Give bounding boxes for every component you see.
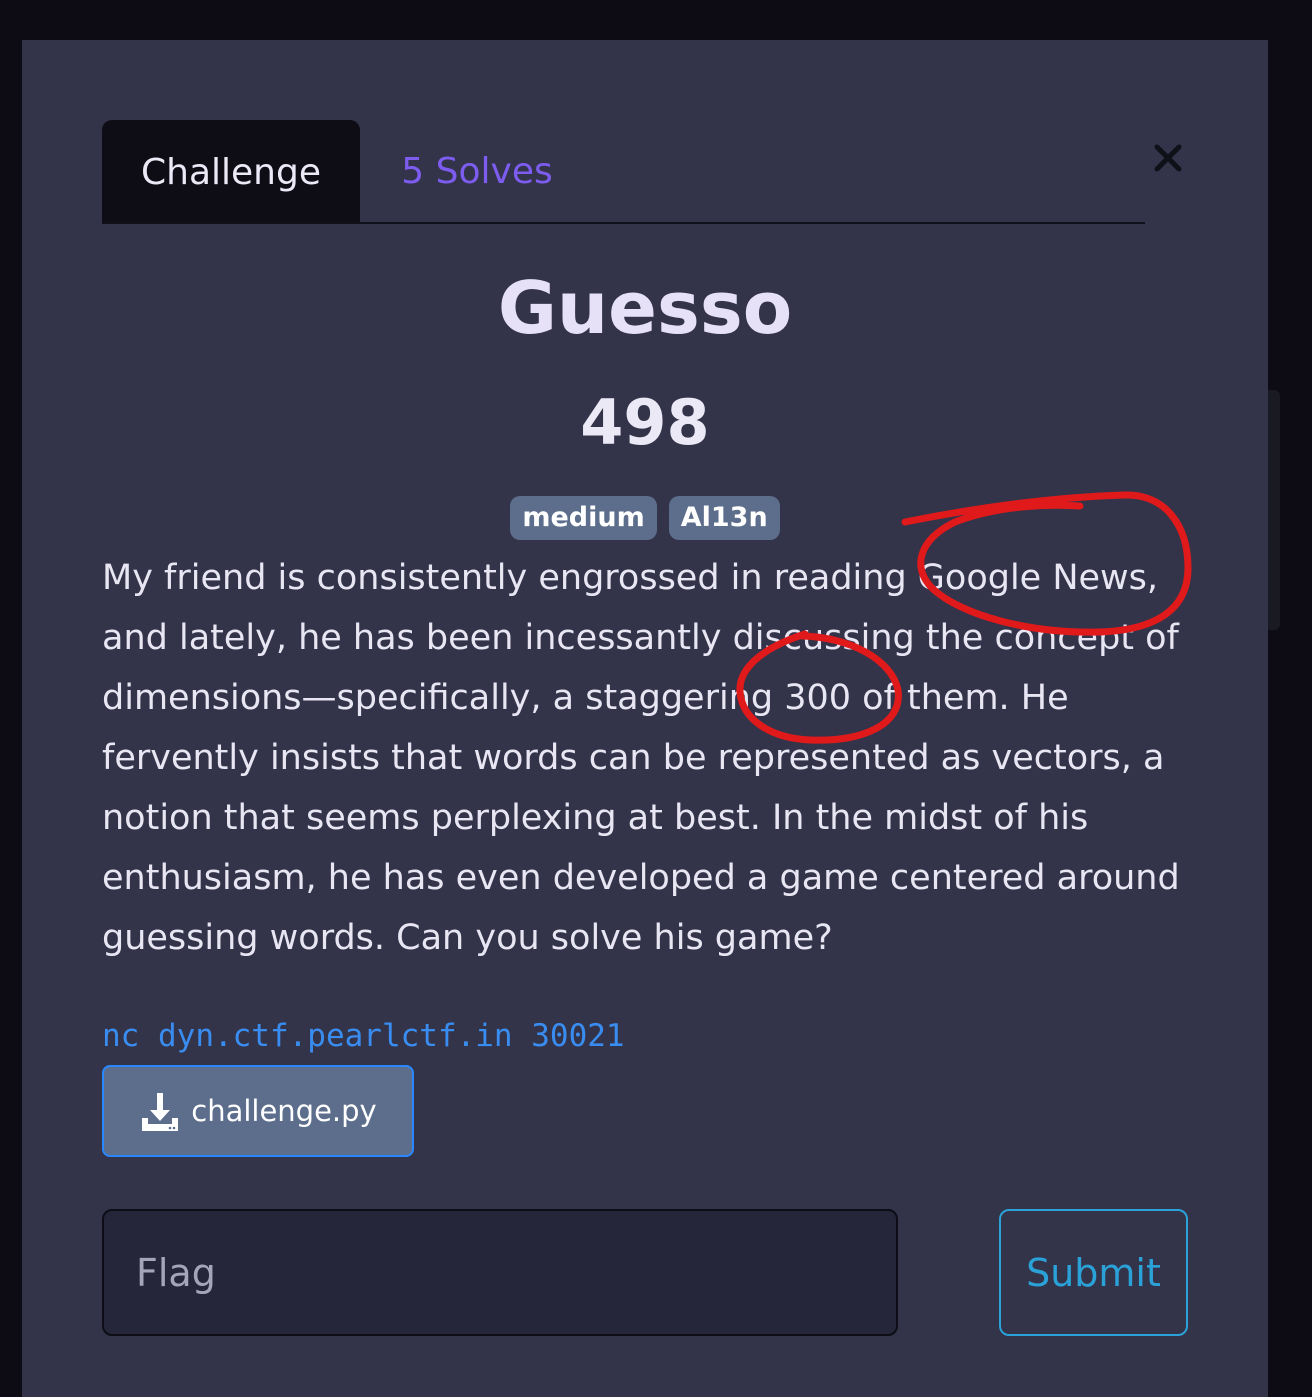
- challenge-points: 498: [580, 386, 710, 459]
- flag-input[interactable]: [102, 1209, 898, 1336]
- challenge-description: My friend is consistently engrossed in r…: [102, 558, 1180, 958]
- close-icon: [1154, 144, 1182, 172]
- download-file-label: challenge.py: [191, 1094, 377, 1128]
- tag-author: Al13n: [668, 496, 780, 540]
- close-button[interactable]: [1148, 138, 1188, 178]
- submit-button[interactable]: Submit: [999, 1209, 1188, 1336]
- challenge-title: Guesso: [497, 266, 793, 350]
- tab-challenge[interactable]: Challenge: [102, 120, 360, 222]
- tag-list: medium Al13n: [22, 496, 1268, 540]
- tab-solves[interactable]: 5 Solves: [382, 120, 572, 222]
- download-file-button[interactable]: challenge.py: [102, 1065, 414, 1157]
- challenge-modal: Challenge 5 Solves Guesso 498 medium Al1…: [22, 40, 1268, 1397]
- connection-command: nc dyn.ctf.pearlctf.in 30021: [102, 1018, 625, 1054]
- download-icon: [142, 1093, 179, 1131]
- tab-solves-label: 5 Solves: [401, 150, 553, 192]
- tab-bar: Challenge 5 Solves: [102, 120, 1145, 224]
- tag-difficulty: medium: [510, 496, 657, 540]
- tab-challenge-label: Challenge: [141, 151, 321, 193]
